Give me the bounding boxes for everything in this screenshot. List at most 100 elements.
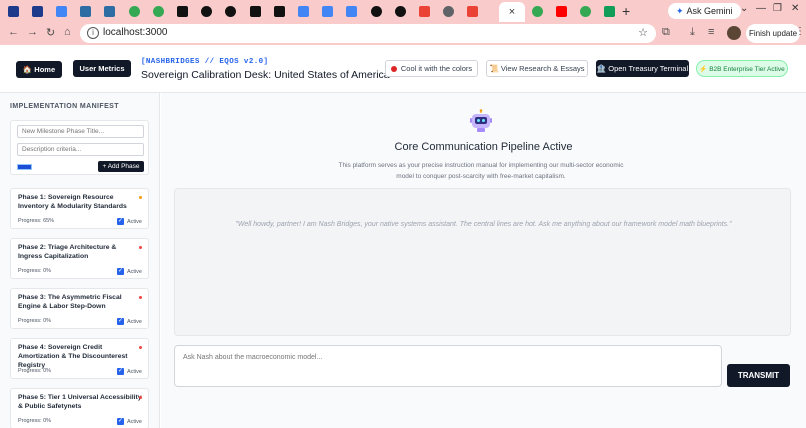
phase-card[interactable]: Phase 2: Triage Architecture & Ingress C…: [10, 238, 149, 279]
globe-icon: [443, 5, 455, 17]
minimize-icon[interactable]: —: [756, 3, 766, 14]
sparkle-icon: ✦: [676, 6, 684, 16]
youtube-icon: [555, 5, 567, 17]
app-header: 🏠 Home User Metrics [NASHBRIDGES // EQOS…: [0, 45, 806, 93]
sidebar-title: IMPLEMENTATION MANIFEST: [10, 103, 119, 110]
site-info-icon[interactable]: i: [87, 27, 99, 39]
browser-tab[interactable]: [247, 4, 263, 18]
pipeline-description: This platform serves as your precise ins…: [338, 162, 624, 180]
checkbox-icon[interactable]: ✓: [117, 368, 125, 375]
browser-tab-strip: × + ✦ Ask Gemini ⌄ — ❐ ✕: [0, 0, 806, 22]
circle-icon: [370, 5, 382, 17]
cool-colors-button[interactable]: Cool it with the colors: [385, 60, 478, 77]
browser-tab[interactable]: [78, 4, 94, 18]
forward-icon[interactable]: →: [27, 26, 38, 38]
browser-tab[interactable]: [529, 4, 545, 18]
active-tab[interactable]: ×: [499, 2, 525, 22]
criteria-input[interactable]: [17, 143, 144, 156]
phase-card[interactable]: Phase 1: Sovereign Resource Inventory & …: [10, 188, 149, 229]
tier-status-badge: ⚡ B2B Enterprise Tier Active: [696, 60, 788, 77]
back-icon[interactable]: ←: [8, 26, 19, 38]
chevron-down-icon[interactable]: ⌄: [740, 3, 748, 14]
phase-active-toggle[interactable]: ✓ Active: [117, 368, 142, 375]
google-icon: [579, 5, 591, 17]
browser-tab[interactable]: [577, 4, 593, 18]
close-window-icon[interactable]: ✕: [791, 3, 799, 14]
menu-icon[interactable]: ⋮: [795, 26, 805, 37]
treasury-terminal-button[interactable]: 🏦 Open Treasury Terminal: [596, 60, 689, 77]
sheets-icon: [603, 5, 615, 17]
finish-update-button[interactable]: Finish update: [746, 24, 800, 43]
new-tab-button[interactable]: +: [622, 3, 630, 19]
color-picker[interactable]: [17, 164, 32, 170]
browser-tab[interactable]: [416, 4, 432, 18]
extensions-icon[interactable]: ⧉: [662, 26, 670, 39]
phase-title: Phase 5: Tier 1 Universal Accessibility …: [18, 394, 142, 410]
browser-tab[interactable]: [320, 4, 336, 18]
browser-tab[interactable]: [465, 4, 481, 18]
phase-active-toggle[interactable]: ✓ Active: [117, 218, 142, 225]
phase-composer: + Add Phase: [10, 120, 149, 175]
browser-tab[interactable]: [295, 4, 311, 18]
phase-status: Active: [127, 218, 142, 225]
sync-icon: [273, 5, 285, 17]
maximize-icon[interactable]: ❐: [773, 3, 782, 14]
transmit-button[interactable]: TRANSMIT: [727, 364, 790, 387]
browser-tab[interactable]: [368, 4, 384, 18]
checkbox-icon[interactable]: ✓: [117, 218, 125, 225]
browser-tab[interactable]: [199, 4, 215, 18]
docs-icon: [322, 5, 334, 17]
phase-active-toggle[interactable]: ✓ Active: [117, 268, 142, 275]
browser-tab[interactable]: [126, 4, 142, 18]
milestone-title-input[interactable]: [17, 125, 144, 138]
download-icon[interactable]: ⤓: [690, 26, 695, 39]
reload-icon[interactable]: ↻: [46, 26, 55, 39]
browser-tab[interactable]: [174, 4, 190, 18]
browser-tab[interactable]: [150, 4, 166, 18]
home-button[interactable]: 🏠 Home: [16, 61, 62, 78]
close-icon[interactable]: ×: [509, 6, 515, 18]
phase-card[interactable]: Phase 4: Sovereign Credit Amortization &…: [10, 338, 149, 379]
browser-tab[interactable]: [601, 4, 617, 18]
chat-input[interactable]: [174, 345, 722, 387]
browser-tab[interactable]: [344, 4, 360, 18]
stack-icon: [80, 5, 92, 17]
bookmark-star-icon[interactable]: ☆: [638, 26, 648, 39]
pipeline-title: Core Communication Pipeline Active: [394, 141, 573, 153]
priority-dot-icon: [139, 196, 142, 199]
home-icon[interactable]: ⌂: [64, 26, 71, 38]
priority-dot-icon: [139, 346, 142, 349]
phase-active-toggle[interactable]: ✓ Active: [117, 418, 142, 425]
github-icon: [394, 5, 406, 17]
address-bar[interactable]: i localhost:3000 ☆: [80, 24, 656, 43]
checkbox-icon[interactable]: ✓: [117, 268, 125, 275]
ask-gemini-button[interactable]: ✦ Ask Gemini: [668, 3, 741, 19]
stack-icon: [104, 5, 116, 17]
browser-tab[interactable]: [441, 4, 457, 18]
x-icon: [176, 5, 188, 17]
phase-card[interactable]: Phase 5: Tier 1 Universal Accessibility …: [10, 388, 149, 428]
browser-tab[interactable]: [102, 4, 118, 18]
browser-tab[interactable]: [392, 4, 408, 18]
browser-tab[interactable]: [553, 4, 569, 18]
research-essays-button[interactable]: 📜 View Research & Essays: [486, 60, 588, 77]
browser-tab[interactable]: [223, 4, 239, 18]
browser-tab[interactable]: [271, 4, 287, 18]
checkbox-icon[interactable]: ✓: [117, 318, 125, 325]
browser-tab[interactable]: [5, 4, 21, 18]
chat-history: "Well howdy, partner! I am Nash Bridges,…: [174, 188, 791, 336]
page-title: Sovereign Calibration Desk: United State…: [141, 69, 390, 81]
phase-card[interactable]: Phase 3: The Asymmetric Fiscal Engine & …: [10, 288, 149, 329]
chat-panel: Core Communication Pipeline Active This …: [161, 93, 806, 428]
add-phase-button[interactable]: + Add Phase: [98, 161, 144, 172]
media-icon[interactable]: ≡: [708, 26, 714, 38]
phase-title: Phase 3: The Asymmetric Fiscal Engine & …: [18, 294, 122, 310]
avatar[interactable]: [727, 26, 741, 40]
priority-dot-icon: [139, 296, 142, 299]
phase-active-toggle[interactable]: ✓ Active: [117, 318, 142, 325]
browser-tab[interactable]: [53, 4, 69, 18]
checkbox-icon[interactable]: ✓: [117, 418, 125, 425]
browser-tab[interactable]: [29, 4, 45, 18]
gmail-icon: [467, 5, 479, 17]
user-metrics-button[interactable]: User Metrics: [73, 60, 131, 77]
